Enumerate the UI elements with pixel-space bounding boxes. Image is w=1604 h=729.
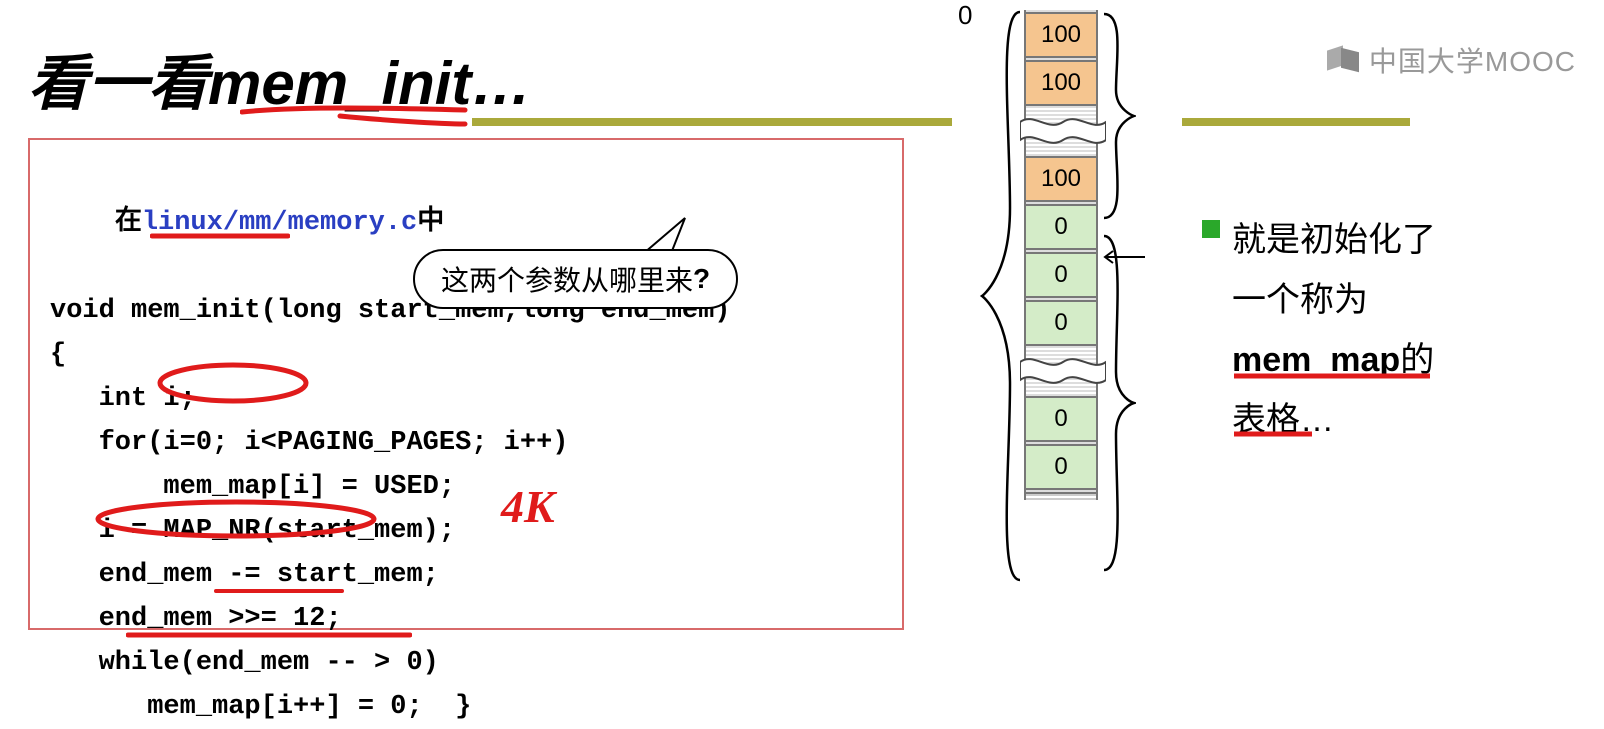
code-l3: int i; bbox=[50, 377, 882, 421]
mem-cell: 100 bbox=[1026, 60, 1096, 106]
code-l2: { bbox=[50, 333, 882, 377]
mem-cell: 0 bbox=[1026, 252, 1096, 298]
summary-bullet: 就是初始化了 一个称为 mem_map的 表格… bbox=[1232, 210, 1542, 450]
title-rule-left bbox=[472, 118, 952, 126]
bullet-square-icon bbox=[1202, 220, 1220, 238]
summary-l3: mem_map的 bbox=[1232, 330, 1542, 390]
mem-cell: 0 bbox=[1026, 444, 1096, 490]
title-fn: mem_init… bbox=[208, 50, 531, 117]
summary-l4: 表格… bbox=[1232, 390, 1542, 450]
bubble-q: ? bbox=[693, 263, 710, 295]
code-l5: mem_map[i] = USED; bbox=[50, 465, 882, 509]
red-underline-biaoge bbox=[1232, 426, 1314, 436]
mem-map-diagram: 0 10010010000000 bbox=[948, 0, 1198, 595]
table-end-cap bbox=[1026, 492, 1096, 500]
code-l4: for(i=0; i<PAGING_PAGES; i++) bbox=[50, 421, 882, 465]
mem-cell: 0 bbox=[1026, 204, 1096, 250]
param-question-bubble: 这两个参数从哪里来? bbox=[413, 249, 738, 309]
title-zh: 看一看 bbox=[28, 51, 208, 117]
code-box: 在linux/mm/memory.c中 void mem_init(long s… bbox=[28, 138, 904, 630]
summary-l2: 一个称为 bbox=[1232, 270, 1542, 330]
mooc-watermark: 中国大学MOOC bbox=[1327, 40, 1576, 80]
title-rule-right bbox=[1182, 118, 1410, 126]
gap-wave bbox=[1026, 108, 1096, 154]
mem-cell: 0 bbox=[1026, 300, 1096, 346]
mem-cell: 100 bbox=[1026, 156, 1096, 202]
red-hand-4k: 4K bbox=[501, 480, 555, 533]
brace-lower bbox=[1100, 232, 1136, 574]
red-underline-memmap-label bbox=[1232, 368, 1432, 378]
mem-map-table: 10010010000000 bbox=[1024, 10, 1098, 500]
mooc-text: 中国大学MOOC bbox=[1369, 40, 1576, 80]
index-zero: 0 bbox=[958, 0, 972, 31]
code-l10: mem_map[i++] = 0; } bbox=[50, 685, 882, 729]
gap-wave bbox=[1026, 348, 1096, 394]
code-l9: while(end_mem -- > 0) bbox=[50, 641, 882, 685]
mem-cell: 0 bbox=[1026, 396, 1096, 442]
brace-outer bbox=[978, 8, 1024, 584]
mem-cell: 100 bbox=[1026, 12, 1096, 58]
book-icon bbox=[1327, 48, 1361, 72]
bubble-text: 这两个参数从哪里来 bbox=[441, 259, 693, 299]
summary-l1: 就是初始化了 bbox=[1232, 210, 1542, 270]
arrow-icon bbox=[1101, 250, 1147, 264]
code-l8: end_mem >>= 12; bbox=[50, 597, 882, 641]
code-l7: end_mem -= start_mem; bbox=[50, 553, 882, 597]
slide-title: 看一看mem_init… bbox=[28, 35, 531, 122]
code-l6: i = MAP_NR(start_mem); bbox=[50, 509, 882, 553]
